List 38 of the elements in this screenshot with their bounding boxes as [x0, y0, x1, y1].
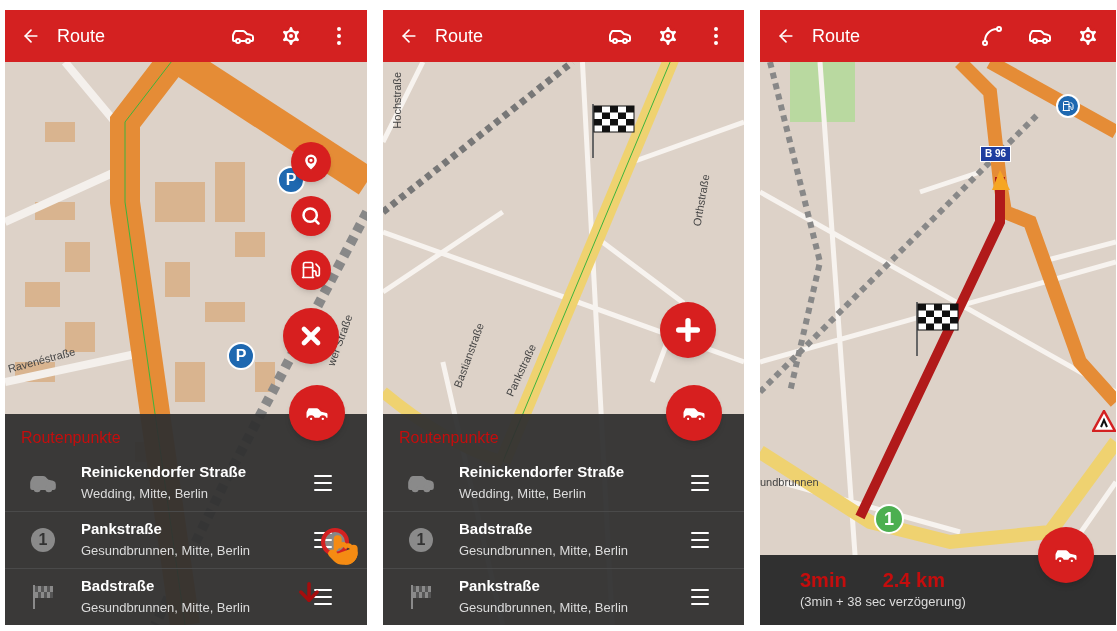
- street-label: Hochstraße: [390, 71, 405, 129]
- road-shield: B 96: [980, 146, 1012, 162]
- flag-icon: [410, 584, 432, 610]
- waypoint-place: Wedding, Mitte, Berlin: [81, 484, 209, 503]
- screen-title: Route: [435, 25, 485, 48]
- pin-icon: [301, 152, 321, 172]
- waypoint-name: Reinickendorfer Straße: [459, 461, 626, 482]
- search-icon: [301, 206, 321, 226]
- waypoint-name: Badstraße: [81, 576, 156, 596]
- waypoint-number: 1: [31, 528, 55, 552]
- waypoint-place: Gesundbrunnen, Mitte, Berlin: [81, 599, 252, 617]
- street-label: Orthstraße: [689, 172, 713, 228]
- street-label: undbrunnen: [760, 475, 819, 490]
- waypoint-row[interactable]: 1 Badstraße Gesundbrunnen, Mitte, Berlin: [383, 511, 744, 568]
- fuel-pump-icon: [301, 260, 321, 280]
- waypoint-name: Pankstraße: [459, 576, 541, 596]
- route-icon[interactable]: [980, 24, 1004, 48]
- waypoint-place: Wedding, Mitte, Berlin: [459, 484, 587, 503]
- waypoint-name: Pankstraße: [81, 519, 163, 539]
- delay-text: (3min + 38 sec verzögerung): [800, 593, 967, 612]
- flag-icon: [32, 584, 54, 610]
- distance-text: 2.4 km: [882, 568, 945, 593]
- screen-title: Route: [57, 25, 107, 48]
- waypoint-place: Gesundbrunnen, Mitte, Berlin: [81, 542, 252, 560]
- waypoint-name: Badstraße: [459, 519, 534, 539]
- sheet-title: Routenpunkte: [20, 428, 122, 448]
- waypoint-row[interactable]: Badstraße Gesundbrunnen, Mitte, Berlin: [5, 568, 367, 625]
- waypoint-row[interactable]: 1 Pankstraße Gesundbrunnen, Mitte, Berlin: [5, 511, 367, 568]
- waypoint-place: Gesundbrunnen, Mitte, Berlin: [459, 542, 630, 560]
- screen-title: Route: [812, 25, 862, 48]
- waypoint-row[interactable]: Reinickendorfer Straße Wedding, Mitte, Berlin: [383, 454, 744, 511]
- waypoint-row[interactable]: Reinickendorfer Straße Wedding, Mitte, Berlin: [5, 454, 367, 511]
- duration-text: 3min: [800, 568, 847, 593]
- waypoint-place: Gesundbrunnen, Mitte, Berlin: [459, 599, 630, 617]
- waypoint-row[interactable]: Pankstraße Gesundbrunnen, Mitte, Berlin: [383, 568, 744, 625]
- sheet-title: Routenpunkte: [398, 428, 500, 448]
- waypoint-number: 1: [409, 528, 433, 552]
- waypoint-name: Reinickendorfer Straße: [81, 461, 248, 482]
